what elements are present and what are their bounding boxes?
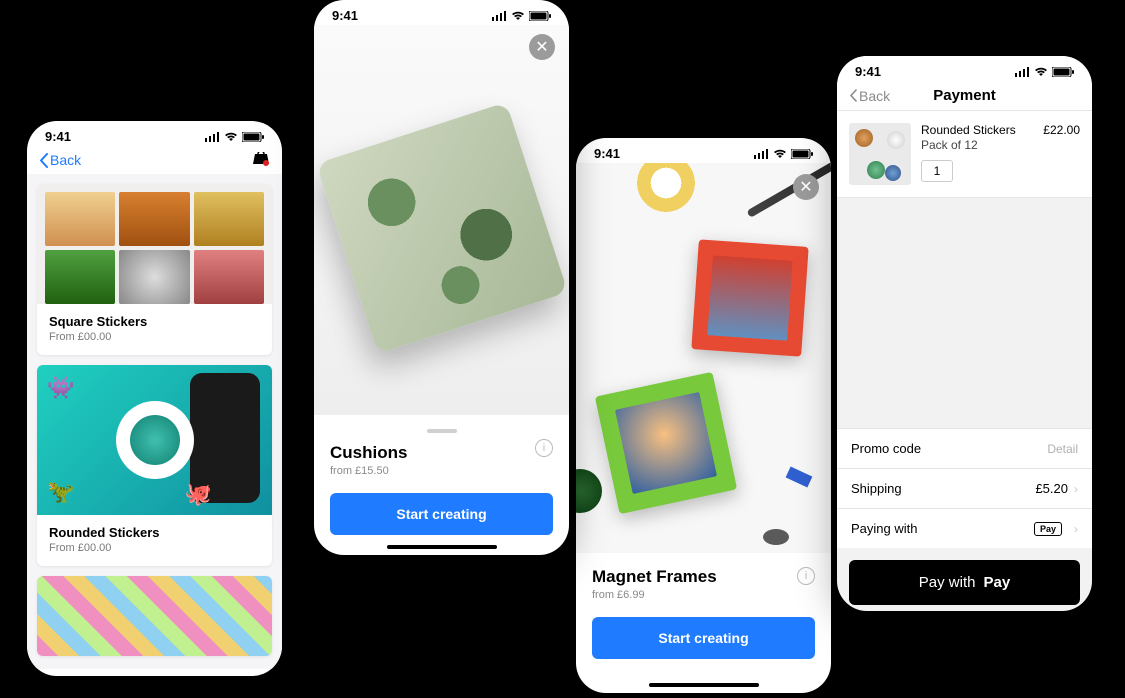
paying-with-row[interactable]: Paying with Pay › [837,508,1092,548]
checkout-section: Promo code Detail Shipping £5.20 › Payin… [837,428,1092,548]
pay-brand: Pay [984,574,1011,591]
shipping-label: Shipping [851,481,902,496]
status-time: 9:41 [45,129,71,144]
frame-red [691,239,808,356]
close-button[interactable]: ✕ [793,174,819,200]
prop-bug [763,529,789,545]
prop-eraser [786,466,813,487]
promo-label: Promo code [851,441,921,456]
product-card-next[interactable] [37,576,272,656]
chevron-right-icon: › [1074,482,1078,496]
payment-body: Rounded Stickers Pack of 12 1 £22.00 Pro… [837,110,1092,605]
detail-sheet: i Cushions from £15.50 Start creating [314,415,569,553]
signal-icon [492,11,507,21]
frame-green [595,372,737,514]
chevron-left-icon [39,153,48,168]
close-icon: ✕ [535,37,548,57]
phone-product-list: 9:41 Back Square Stickers From £00.00 [27,121,282,676]
detail-sheet: i Magnet Frames from £6.99 Start creatin… [576,553,831,677]
product-title: Cushions [330,443,553,463]
cart-icon[interactable] [252,152,270,168]
cart-item-row: Rounded Stickers Pack of 12 1 £22.00 [837,110,1092,198]
promo-row[interactable]: Promo code Detail [837,428,1092,468]
status-time: 9:41 [594,146,620,161]
battery-icon [529,11,551,21]
status-icons [205,132,264,142]
start-creating-button[interactable]: Start creating [592,617,815,659]
info-icon[interactable]: i [535,439,553,457]
cart-item-thumb [849,123,911,185]
nav-bar: Back Payment [837,81,1092,110]
product-scroll[interactable]: Square Stickers From £00.00 👾 🦖 🐙 Rounde… [27,174,282,669]
pay-button[interactable]: Pay with Pay [849,560,1080,605]
wifi-icon [511,11,525,21]
home-indicator[interactable] [649,683,759,687]
product-price: From £00.00 [49,331,260,343]
battery-icon [1052,67,1074,77]
product-image [37,184,272,304]
cart-item-pack: Pack of 12 [921,138,1043,152]
signal-icon [754,149,769,159]
back-label: Back [859,88,890,104]
prop-plant [576,469,602,513]
product-card-rounded-stickers[interactable]: 👾 🦖 🐙 Rounded Stickers From £00.00 [37,365,272,566]
quantity-value: 1 [934,164,941,178]
shipping-row[interactable]: Shipping £5.20 › [837,468,1092,508]
product-card-square-stickers[interactable]: Square Stickers From £00.00 [37,184,272,355]
battery-icon [791,149,813,159]
back-button[interactable]: Back [39,152,81,168]
hero-image [576,163,831,553]
status-icons [754,149,813,159]
close-button[interactable]: ✕ [529,34,555,60]
product-image [37,576,272,656]
start-creating-button[interactable]: Start creating [330,493,553,535]
info-icon[interactable]: i [797,567,815,585]
signal-icon [1015,67,1030,77]
promo-detail: Detail [1047,442,1078,456]
close-icon: ✕ [799,177,812,197]
phone-cushion-detail: 9:41 ✕ i Cushions from £15.50 Start crea… [314,0,569,555]
status-bar: 9:41 [837,56,1092,81]
product-price: from £15.50 [330,465,553,477]
status-icons [1015,67,1074,77]
status-time: 9:41 [855,64,881,79]
nav-bar: Back [27,146,282,174]
apple-pay-badge: Pay [1034,522,1062,536]
sheet-handle[interactable] [427,429,457,433]
product-price: from £6.99 [592,589,815,601]
battery-icon [242,132,264,142]
shipping-price: £5.20 [1035,481,1068,496]
phone-payment: 9:41 Back Payment Rounded Stickers Pack … [837,56,1092,611]
cushion-graphic [315,102,567,354]
status-bar: 9:41 [576,138,831,163]
prop-teacup [636,163,696,213]
chevron-right-icon: › [1074,522,1078,536]
signal-icon [205,132,220,142]
cart-item-price: £22.00 [1043,123,1080,185]
wifi-icon [1034,67,1048,77]
product-title: Magnet Frames [592,567,815,587]
home-indicator[interactable] [910,601,1020,605]
phone-magnet-detail: 9:41 ✕ i Magnet Frames from £6.99 Start … [576,138,831,693]
status-time: 9:41 [332,8,358,23]
product-image: 👾 🦖 🐙 [37,365,272,515]
status-bar: 9:41 [27,121,282,146]
hero-image [314,25,569,415]
status-bar: 9:41 [314,0,569,25]
status-icons [492,11,551,21]
cart-item-name: Rounded Stickers [921,123,1043,137]
quantity-stepper[interactable]: 1 [921,160,953,182]
pay-prefix: Pay with [919,574,976,591]
home-indicator[interactable] [387,545,497,549]
product-price: From £00.00 [49,542,260,554]
chevron-left-icon [849,89,857,102]
product-title: Rounded Stickers [49,525,260,540]
back-label: Back [50,152,81,168]
product-title: Square Stickers [49,314,260,329]
paying-label: Paying with [851,521,917,536]
back-button[interactable]: Back [849,88,890,104]
wifi-icon [224,132,238,142]
wifi-icon [773,149,787,159]
